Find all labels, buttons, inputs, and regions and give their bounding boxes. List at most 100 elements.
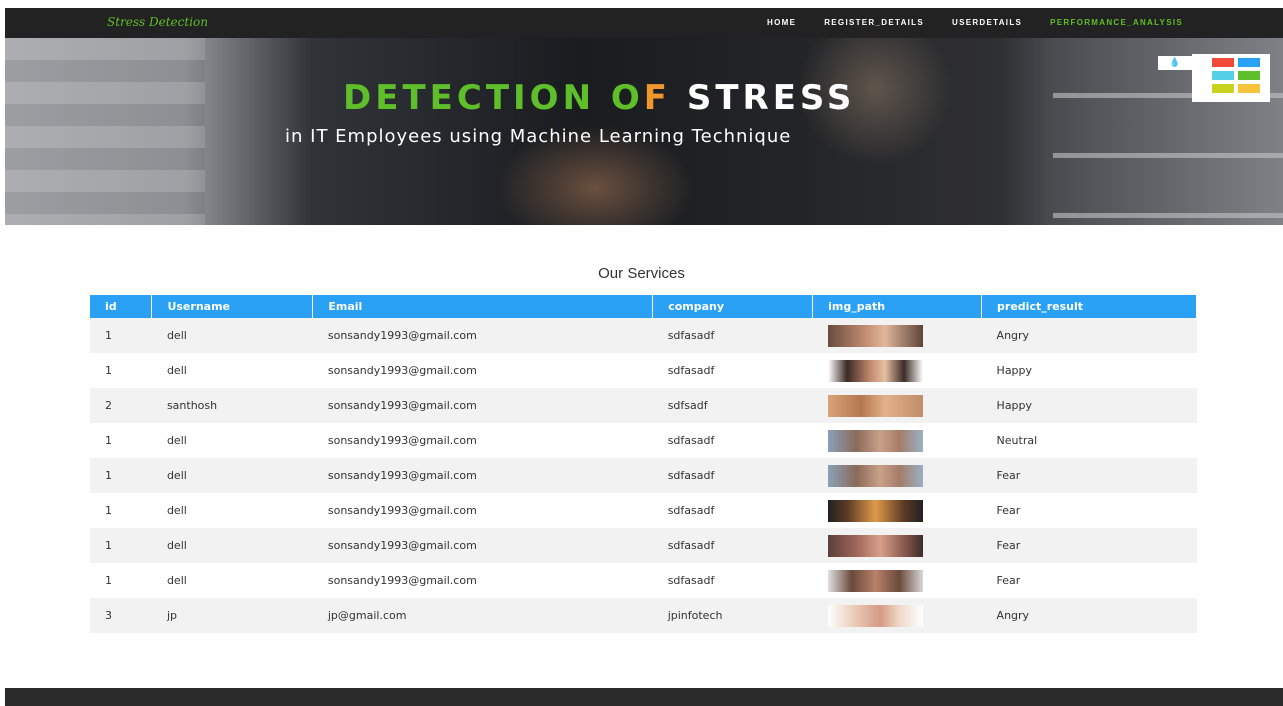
cell-company: sdfasadf [652,493,813,528]
swatch-green[interactable] [1238,71,1260,80]
cell-id: 3 [90,598,152,633]
face-thumbnail [827,429,923,452]
cell-company: sdfasadf [652,423,813,458]
cell-username: santhosh [151,388,313,423]
nav-links: HOME REGISTER_DETAILS USERDETAILS PERFOR… [767,18,1183,27]
cell-result: Angry [981,598,1197,633]
face-thumbnail [827,394,923,417]
col-header-company: company [652,295,814,318]
cell-result: Angry [981,318,1197,353]
hero-title: DETECTION OF STRESS [343,78,855,118]
cell-id: 1 [90,458,152,493]
cell-email: sonsandy1993@gmail.com [312,493,653,528]
table-row: 1 dell sonsandy1993@gmail.com sdfasadf A… [90,318,1197,353]
cell-img [812,528,982,563]
col-header-username: Username [151,295,314,318]
swatch-yellow[interactable] [1238,84,1260,93]
table-row: 3 jp jp@gmail.com jpinfotech Angry [90,598,1197,633]
cell-username: jp [151,598,313,633]
color-swatch-panel [1192,54,1270,102]
face-thumbnail [827,324,923,347]
nav-register-details-link[interactable]: REGISTER_DETAILS [824,18,924,27]
cell-username: dell [151,528,313,563]
cell-email: sonsandy1993@gmail.com [312,353,653,388]
table-row: 1 dell sonsandy1993@gmail.com sdfasadf F… [90,493,1197,528]
cell-img [812,458,982,493]
table-row: 1 dell sonsandy1993@gmail.com sdfasadf F… [90,528,1197,563]
cell-username: dell [151,318,313,353]
col-header-email: Email [312,295,654,318]
table-row: 1 dell sonsandy1993@gmail.com sdfasadf H… [90,353,1197,388]
cell-username: dell [151,353,313,388]
footer-bar [5,688,1283,706]
cell-username: dell [151,493,313,528]
hero-title-part2: F [643,78,687,118]
face-thumbnail [827,359,923,382]
cell-result: Neutral [981,423,1197,458]
cell-username: dell [151,458,313,493]
face-thumbnail [827,464,923,487]
cell-img [812,423,982,458]
hero-banner: DETECTION OF STRESS in IT Employees usin… [5,38,1283,225]
cell-company: sdfsadf [652,388,813,423]
cell-img [812,598,982,633]
cell-email: sonsandy1993@gmail.com [312,318,653,353]
cell-id: 2 [90,388,152,423]
face-thumbnail [827,569,923,592]
cell-company: sdfasadf [652,563,813,598]
brand-logo[interactable]: Stress Detection [107,15,208,29]
cell-result: Happy [981,353,1197,388]
cell-email: sonsandy1993@gmail.com [312,563,653,598]
cell-img [812,563,982,598]
cell-company: sdfasadf [652,528,813,563]
cell-company: sdfasadf [652,353,813,388]
section-title: Our Services [598,265,685,282]
cell-company: jpinfotech [652,598,813,633]
table-row: 1 dell sonsandy1993@gmail.com sdfasadf F… [90,458,1197,493]
cell-img [812,353,982,388]
cell-email: sonsandy1993@gmail.com [312,423,653,458]
cell-id: 1 [90,423,152,458]
droplet-icon[interactable]: 💧 [1158,56,1192,70]
nav-userdetails-link[interactable]: USERDETAILS [952,18,1022,27]
cell-username: dell [151,563,313,598]
cell-img [812,388,982,423]
face-thumbnail [827,604,923,627]
nav-home-link[interactable]: HOME [767,18,796,27]
cell-company: sdfasadf [652,318,813,353]
cell-company: sdfasadf [652,458,813,493]
cell-img [812,493,982,528]
cell-email: sonsandy1993@gmail.com [312,528,653,563]
hero-title-part1: DETECTION O [343,78,644,118]
nav-performance-analysis-link[interactable]: PERFORMANCE_ANALYSIS [1050,18,1183,27]
col-header-predict-result: predict_result [981,295,1197,318]
face-thumbnail [827,499,923,522]
cell-id: 1 [90,493,152,528]
table-header-row: id Username Email company img_path predi… [90,295,1197,318]
hero-title-part3: STRESS [686,78,856,118]
cell-email: sonsandy1993@gmail.com [312,388,653,423]
cell-id: 1 [90,563,152,598]
cell-result: Fear [981,458,1197,493]
swatch-blue[interactable] [1238,58,1260,67]
table-row: 1 dell sonsandy1993@gmail.com sdfasadf N… [90,423,1197,458]
color-switcher: 💧 [1158,54,1272,102]
col-header-id: id [90,295,153,318]
cell-result: Fear [981,493,1197,528]
swatch-cyan[interactable] [1212,71,1234,80]
table-row: 1 dell sonsandy1993@gmail.com sdfasadf F… [90,563,1197,598]
cell-email: jp@gmail.com [312,598,653,633]
cell-id: 1 [90,353,152,388]
cell-result: Fear [981,528,1197,563]
swatch-lime[interactable] [1212,84,1234,93]
cell-username: dell [151,423,313,458]
cell-result: Happy [981,388,1197,423]
navbar: Stress Detection HOME REGISTER_DETAILS U… [5,8,1283,38]
cell-id: 1 [90,318,152,353]
hero-subtitle: in IT Employees using Machine Learning T… [285,126,792,147]
face-thumbnail [827,534,923,557]
cell-email: sonsandy1993@gmail.com [312,458,653,493]
table-row: 2 santhosh sonsandy1993@gmail.com sdfsad… [90,388,1197,423]
col-header-img-path: img_path [812,295,983,318]
swatch-red[interactable] [1212,58,1234,67]
